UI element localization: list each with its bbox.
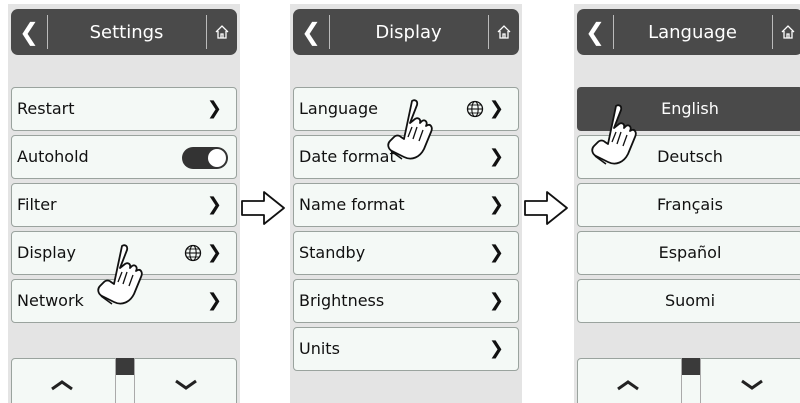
back-icon: ❮ (18, 18, 40, 46)
language-option-espanol[interactable]: Español (577, 231, 800, 275)
title-bar: ❮ Language (577, 9, 800, 55)
language-option-english[interactable]: English (577, 87, 800, 131)
chevron-right-icon: ❯ (488, 338, 504, 359)
option-label: Français (657, 195, 723, 214)
menu-item-name-format[interactable]: Name format ❯ (293, 183, 519, 227)
chevron-right-icon: ❯ (206, 290, 222, 311)
scrollbar-track[interactable] (115, 358, 135, 403)
display-screen: ❮ Display Language ❯ Date format ❯ Name … (290, 4, 522, 403)
menu-item-label: Autohold (17, 147, 89, 166)
back-icon: ❮ (300, 18, 322, 46)
toggle-knob (208, 149, 226, 167)
option-label: Suomi (664, 291, 716, 310)
menu-item-label: Display (17, 243, 76, 262)
menu-item-filter[interactable]: Filter ❯ (11, 183, 237, 227)
menu-item-label: Date format (299, 147, 396, 166)
scroll-control (11, 358, 237, 403)
back-icon: ❮ (584, 18, 606, 46)
language-option-francais[interactable]: Français (577, 183, 800, 227)
home-button[interactable] (773, 9, 800, 55)
menu-item-label: Network (17, 291, 84, 310)
chevron-up-icon (51, 380, 73, 391)
menu-item-label: Filter (17, 195, 57, 214)
arrow-right-icon (524, 191, 568, 225)
scrollbar-thumb[interactable] (682, 358, 700, 375)
menu-item-restart[interactable]: Restart ❯ (11, 87, 237, 131)
scrollbar-thumb[interactable] (116, 358, 134, 375)
home-button[interactable] (489, 9, 519, 55)
menu-item-network[interactable]: Network ❯ (11, 279, 237, 323)
language-option-suomi[interactable]: Suomi (577, 279, 800, 323)
chevron-down-icon (741, 379, 763, 390)
menu-item-label: Name format (299, 195, 405, 214)
language-option-deutsch[interactable]: Deutsch (577, 135, 800, 179)
chevron-down-icon (175, 379, 197, 390)
back-button[interactable]: ❮ (11, 9, 47, 55)
menu-item-label: Units (299, 339, 340, 358)
settings-screen: ❮ Settings Restart ❯ Autohold Filter ❯ D… (8, 4, 240, 403)
chevron-right-icon: ❯ (488, 290, 504, 311)
option-label: Deutsch (657, 147, 723, 166)
page-title: Settings (89, 21, 164, 43)
option-label: English (661, 99, 719, 118)
chevron-right-icon: ❯ (206, 194, 222, 215)
scroll-up-button[interactable] (608, 365, 648, 403)
menu-item-units[interactable]: Units ❯ (293, 327, 519, 371)
chevron-up-icon (617, 380, 639, 391)
scrollbar-track[interactable] (681, 358, 701, 403)
menu-item-label: Language (299, 99, 378, 118)
menu-item-language[interactable]: Language ❯ (293, 87, 519, 131)
chevron-right-icon: ❯ (488, 242, 504, 263)
option-label: Español (658, 243, 722, 262)
autohold-toggle[interactable] (182, 147, 228, 169)
scroll-control (577, 358, 800, 403)
chevron-right-icon: ❯ (488, 98, 504, 119)
title-bar: ❮ Settings (11, 9, 237, 55)
back-button[interactable]: ❮ (577, 9, 613, 55)
menu-item-brightness[interactable]: Brightness ❯ (293, 279, 519, 323)
arrow-right-icon (241, 191, 285, 225)
chevron-right-icon: ❯ (488, 146, 504, 167)
menu-item-date-format[interactable]: Date format ❯ (293, 135, 519, 179)
language-screen: ❮ Language English Deutsch Français Espa… (574, 4, 800, 403)
menu-item-label: Restart (17, 99, 75, 118)
chevron-right-icon: ❯ (206, 242, 222, 263)
menu-item-autohold: Autohold (11, 135, 237, 179)
home-icon (215, 25, 229, 39)
page-title: Language (648, 21, 737, 43)
scroll-down-button[interactable] (732, 365, 772, 403)
menu-item-label: Brightness (299, 291, 385, 310)
scroll-down-button[interactable] (166, 365, 206, 403)
chevron-right-icon: ❯ (206, 98, 222, 119)
page-title: Display (375, 21, 442, 43)
home-button[interactable] (207, 9, 237, 55)
menu-item-display[interactable]: Display ❯ (11, 231, 237, 275)
back-button[interactable]: ❮ (293, 9, 329, 55)
globe-icon (466, 100, 484, 118)
title-bar: ❮ Display (293, 9, 519, 55)
home-icon (497, 25, 511, 39)
home-icon (781, 25, 795, 39)
scroll-up-button[interactable] (42, 365, 82, 403)
menu-item-label: Standby (299, 243, 366, 262)
menu-item-standby[interactable]: Standby ❯ (293, 231, 519, 275)
globe-icon (184, 244, 202, 262)
chevron-right-icon: ❯ (488, 194, 504, 215)
